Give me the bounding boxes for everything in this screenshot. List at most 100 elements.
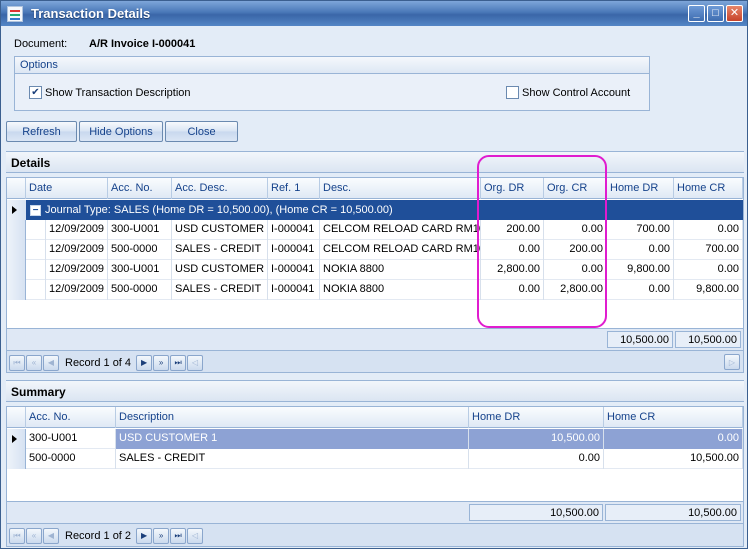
cell-date: 12/09/2009 xyxy=(46,260,108,280)
details-title: Details xyxy=(6,151,744,173)
cell-home-cr: 0.00 xyxy=(604,429,743,449)
col-ref1[interactable]: Ref. 1 xyxy=(268,178,320,199)
summary-footer: 10,500.00 10,500.00 xyxy=(7,501,743,523)
cell-home-cr: 700.00 xyxy=(674,240,743,260)
collapse-icon[interactable]: − xyxy=(30,204,41,216)
col-home-dr[interactable]: Home DR xyxy=(469,407,604,428)
details-header-row: Date Acc. No. Acc. Desc. Ref. 1 Desc. Or… xyxy=(7,178,743,199)
cell-home-dr: 0.00 xyxy=(607,280,674,300)
cell-home-cr: 0.00 xyxy=(674,260,743,280)
record-counter: Record 1 of 4 xyxy=(65,356,132,369)
col-home-dr[interactable]: Home DR xyxy=(607,178,674,199)
close-icon[interactable]: ✕ xyxy=(726,5,743,22)
group-indent xyxy=(26,220,46,240)
cell-desc: CELCOM RELOAD CARD RM100 xyxy=(320,220,481,240)
close-button[interactable]: Close xyxy=(165,121,238,142)
footer-home-cr-total: 10,500.00 xyxy=(605,504,741,521)
col-description[interactable]: Description xyxy=(116,407,469,428)
refresh-button[interactable]: Refresh xyxy=(6,121,77,142)
cell-date: 12/09/2009 xyxy=(46,220,108,240)
indicator-header xyxy=(7,178,26,199)
transaction-details-window: Transaction Details _ □ ✕ Document: A/R … xyxy=(0,0,748,549)
prev-record-icon[interactable]: ◀ xyxy=(43,354,59,371)
table-row[interactable]: 12/09/2009 300-U001 USD CUSTOMER 1 I-000… xyxy=(7,220,743,240)
document-label: Document: xyxy=(14,38,68,50)
checkbox-unchecked-icon[interactable] xyxy=(506,86,519,99)
cell-acc-desc: USD CUSTOMER 1 xyxy=(172,220,268,240)
details-navigator: ⏮ « ◀ Record 1 of 4 ▶ » ⏭ ◁ ▷ xyxy=(7,350,743,372)
cell-date: 12/09/2009 xyxy=(46,280,108,300)
cell-date: 12/09/2009 xyxy=(46,240,108,260)
group-indent xyxy=(26,260,46,280)
checkbox-checked-icon[interactable]: ✔ xyxy=(29,86,42,99)
col-acc-desc[interactable]: Acc. Desc. xyxy=(172,178,268,199)
last-record-icon[interactable]: ⏭ xyxy=(170,354,187,371)
summary-grid: Acc. No. Description Home DR Home CR 300… xyxy=(6,406,744,547)
cell-desc: NOKIA 8800 xyxy=(320,280,481,300)
prev-record-icon[interactable]: ◀ xyxy=(43,527,59,544)
next-record-icon[interactable]: ▶ xyxy=(136,527,153,544)
col-home-cr[interactable]: Home CR xyxy=(604,407,743,428)
cell-home-dr: 0.00 xyxy=(469,449,604,469)
show-description-checkbox[interactable]: ✔ Show Transaction Description xyxy=(29,86,191,99)
options-header: Options xyxy=(15,57,649,74)
group-row-label: Journal Type: SALES (Home DR = 10,500.00… xyxy=(45,204,393,216)
details-footer: 10,500.00 10,500.00 xyxy=(7,328,743,350)
cell-acc-desc: SALES - CREDIT xyxy=(172,280,268,300)
cell-acc-no: 500-0000 xyxy=(108,240,172,260)
first-record-icon[interactable]: ⏮ xyxy=(9,354,25,371)
cell-acc-no: 300-U001 xyxy=(108,260,172,280)
col-home-cr[interactable]: Home CR xyxy=(674,178,743,199)
row-indicator-icon xyxy=(7,200,26,220)
row-indicator-icon xyxy=(7,429,26,449)
cell-home-cr: 0.00 xyxy=(674,220,743,240)
hide-options-button[interactable]: Hide Options xyxy=(79,121,163,142)
document-value: A/R Invoice I-000041 xyxy=(89,38,196,50)
footer-home-cr-total: 10,500.00 xyxy=(675,331,741,348)
last-record-icon[interactable]: ⏭ xyxy=(170,527,187,544)
next-page-icon[interactable]: » xyxy=(153,527,170,544)
app-icon xyxy=(7,5,23,22)
prev-page-icon[interactable]: « xyxy=(26,354,42,371)
title-bar[interactable]: Transaction Details _ □ ✕ xyxy=(1,1,747,26)
minimize-icon[interactable]: _ xyxy=(688,5,705,22)
show-control-account-checkbox[interactable]: Show Control Account xyxy=(506,86,630,99)
table-row[interactable]: 12/09/2009 500-0000 SALES - CREDIT I-000… xyxy=(7,280,743,300)
table-row[interactable]: 300-U001 USD CUSTOMER 1 10,500.00 0.00 xyxy=(7,429,743,449)
cell-acc-no: 300-U001 xyxy=(26,429,116,449)
scroll-left-icon[interactable]: ◁ xyxy=(187,354,204,371)
cell-home-dr: 10,500.00 xyxy=(469,429,604,449)
cell-description: USD CUSTOMER 1 xyxy=(116,429,469,449)
next-page-icon[interactable]: » xyxy=(153,354,170,371)
group-row[interactable]: − Journal Type: SALES (Home DR = 10,500.… xyxy=(7,200,743,220)
group-indent xyxy=(26,240,46,260)
next-record-icon[interactable]: ▶ xyxy=(136,354,153,371)
prev-page-icon[interactable]: « xyxy=(26,527,42,544)
col-desc[interactable]: Desc. xyxy=(320,178,481,199)
table-row[interactable]: 12/09/2009 300-U001 USD CUSTOMER 1 I-000… xyxy=(7,260,743,280)
cell-acc-desc: USD CUSTOMER 1 xyxy=(172,260,268,280)
window-title: Transaction Details xyxy=(31,6,151,21)
footer-home-dr-total: 10,500.00 xyxy=(469,504,603,521)
table-row[interactable]: 500-0000 SALES - CREDIT 0.00 10,500.00 xyxy=(7,449,743,469)
cell-home-dr: 700.00 xyxy=(607,220,674,240)
col-acc-no[interactable]: Acc. No. xyxy=(26,407,116,428)
group-indent xyxy=(26,280,46,300)
row-indicator xyxy=(7,449,26,469)
maximize-icon[interactable]: □ xyxy=(707,5,724,22)
window-controls: _ □ ✕ xyxy=(688,5,743,22)
scroll-right-icon[interactable]: ▷ xyxy=(724,354,740,370)
scroll-left-icon[interactable]: ◁ xyxy=(187,527,204,544)
first-record-icon[interactable]: ⏮ xyxy=(9,527,25,544)
cell-desc: NOKIA 8800 xyxy=(320,260,481,280)
summary-title: Summary xyxy=(6,380,744,402)
col-date[interactable]: Date xyxy=(26,178,108,199)
document-row: Document: A/R Invoice I-000041 xyxy=(14,38,195,50)
col-acc-no[interactable]: Acc. No. xyxy=(108,178,172,199)
details-grid: Date Acc. No. Acc. Desc. Ref. 1 Desc. Or… xyxy=(6,177,744,373)
cell-home-cr: 10,500.00 xyxy=(604,449,743,469)
cell-acc-desc: SALES - CREDIT xyxy=(172,240,268,260)
show-description-label: Show Transaction Description xyxy=(45,86,191,99)
table-row[interactable]: 12/09/2009 500-0000 SALES - CREDIT I-000… xyxy=(7,240,743,260)
cell-acc-no: 300-U001 xyxy=(108,220,172,240)
